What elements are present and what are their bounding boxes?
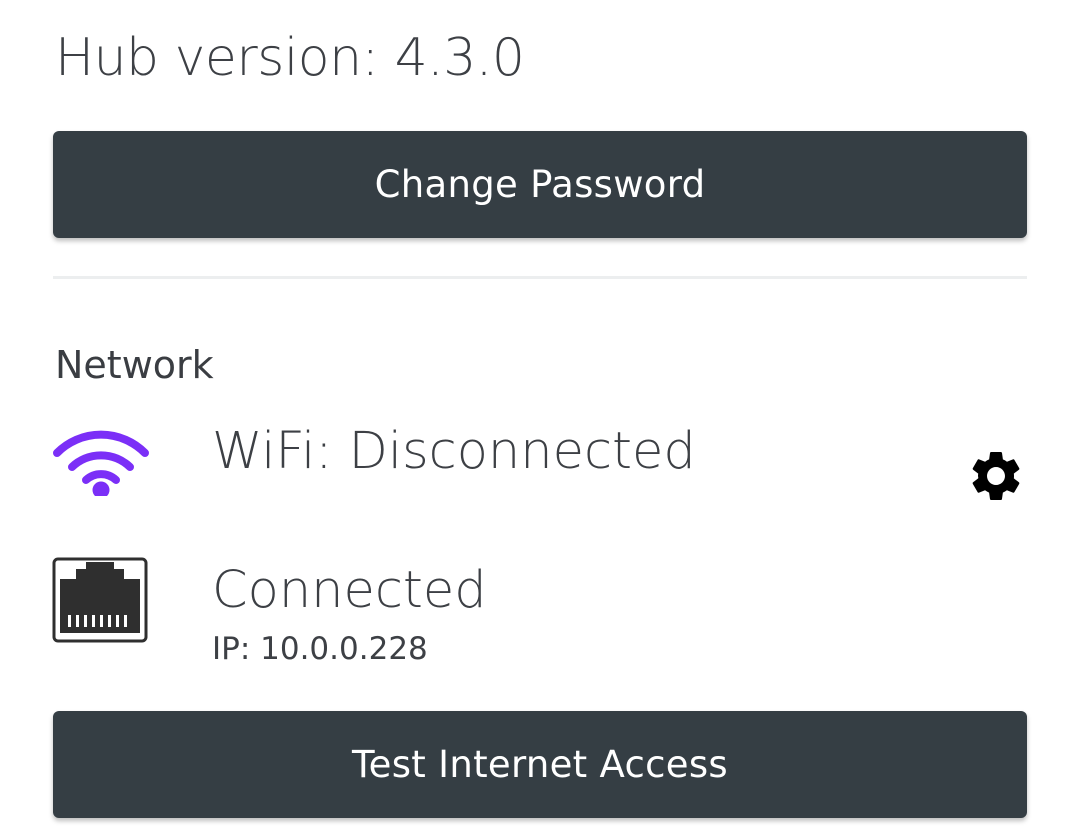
hub-version-text: Hub version: 4.3.0 — [55, 28, 525, 88]
ethernet-ip-address: IP: 10.0.0.228 — [212, 631, 428, 667]
ethernet-status-label: Connected — [212, 561, 487, 620]
section-divider — [53, 276, 1027, 279]
ethernet-port-icon — [52, 557, 148, 643]
wifi-icon — [53, 430, 149, 496]
change-password-button[interactable]: Change Password — [53, 131, 1027, 238]
network-section-title: Network — [55, 343, 214, 387]
ethernet-row: Connected IP: 10.0.0.228 — [0, 555, 1080, 675]
wifi-row: WiFi: Disconnected — [0, 420, 1080, 530]
wifi-status-label: WiFi: Disconnected — [212, 422, 696, 481]
gear-icon[interactable] — [966, 446, 1026, 506]
test-internet-access-button[interactable]: Test Internet Access — [53, 711, 1027, 818]
hub-settings-page: Hub version: 4.3.0 Change Password Netwo… — [0, 0, 1080, 835]
